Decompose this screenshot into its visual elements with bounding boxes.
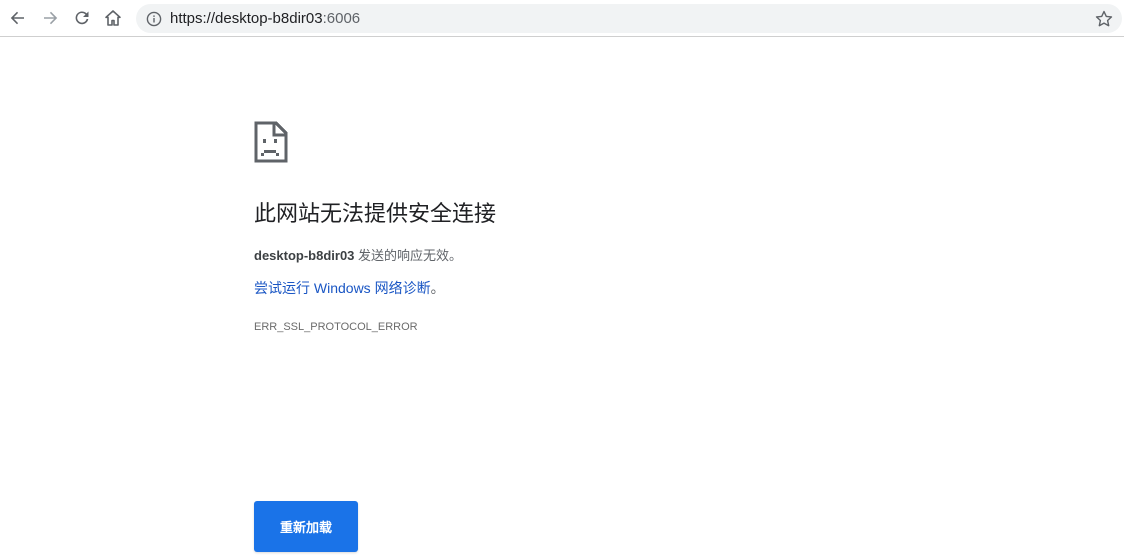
- info-icon[interactable]: [146, 11, 162, 27]
- error-host: desktop-b8dir03: [254, 248, 355, 263]
- url-text[interactable]: https://desktop-b8dir03:6006: [170, 10, 360, 27]
- address-bar[interactable]: https://desktop-b8dir03:6006: [136, 4, 1122, 33]
- error-code: ERR_SSL_PROTOCOL_ERROR: [254, 321, 418, 333]
- back-arrow-icon: [10, 11, 24, 25]
- diagnostics-suggestion: 尝试运行 Windows 网络诊断。: [254, 278, 445, 298]
- error-description-text: 发送的响应无效。: [354, 248, 463, 263]
- forward-arrow-icon: [44, 11, 58, 25]
- home-icon: [105, 10, 121, 26]
- forward-button[interactable]: [37, 5, 63, 31]
- reload-button[interactable]: [69, 5, 95, 31]
- url-port: :6006: [322, 10, 361, 27]
- home-button[interactable]: [100, 5, 126, 31]
- sad-page-icon: [254, 121, 288, 163]
- diagnostics-link[interactable]: 尝试运行 Windows 网络诊断: [254, 280, 431, 296]
- diagnostics-tail: 。: [430, 280, 445, 296]
- star-icon[interactable]: [1094, 9, 1114, 29]
- url-host: https://desktop-b8dir03: [170, 10, 323, 27]
- error-description: desktop-b8dir03 发送的响应无效。: [254, 247, 462, 265]
- reload-icon: [75, 11, 89, 25]
- back-button[interactable]: [5, 5, 31, 31]
- error-heading: 此网站无法提供安全连接: [254, 201, 497, 226]
- browser-toolbar: https://desktop-b8dir03:6006: [0, 0, 1124, 37]
- reload-page-button[interactable]: 重新加载: [254, 501, 358, 552]
